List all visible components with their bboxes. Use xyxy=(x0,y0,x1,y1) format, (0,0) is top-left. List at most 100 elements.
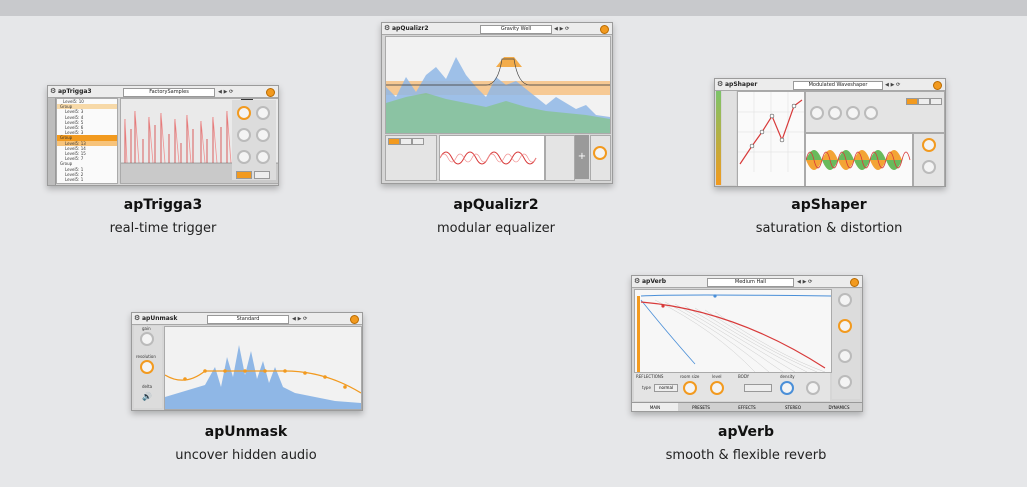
preset-selector[interactable]: Standard xyxy=(207,315,289,324)
output-panel[interactable] xyxy=(913,133,945,186)
modulation-display[interactable] xyxy=(805,133,913,186)
slot-list[interactable]: Level5: 10 Group Level5: 3 Level5: 4 Lev… xyxy=(56,98,118,184)
type-selector[interactable]: normal xyxy=(654,384,678,392)
window-name: apVerb xyxy=(642,278,666,285)
variation-button[interactable] xyxy=(744,384,772,392)
band-toggle[interactable] xyxy=(388,138,400,145)
gear-icon[interactable]: ⚙ xyxy=(634,276,640,287)
preset-nav-icons[interactable]: ◀ ▶ ⟳ xyxy=(218,87,233,98)
apverb-subtitle: smooth & flexible reverb xyxy=(665,448,827,463)
output-panel[interactable] xyxy=(590,135,611,181)
room-size-knob[interactable] xyxy=(683,381,697,395)
clock-knob[interactable] xyxy=(237,106,251,120)
power-icon[interactable] xyxy=(600,25,609,34)
side-tabs[interactable] xyxy=(48,98,56,185)
delta-label: delta xyxy=(142,384,153,389)
apqualizr2-window[interactable]: ⚙ apQualizr2 Gravity Well ◀ ▶ ⟳ + xyxy=(381,22,613,184)
left-controls[interactable] xyxy=(722,91,736,185)
apshaper-titlebar: ⚙ apShaper Modulated Waveshaper ◀ ▶ ⟳ xyxy=(715,79,945,91)
shape-curve-display[interactable] xyxy=(737,91,805,186)
verb-right-controls[interactable] xyxy=(832,289,860,399)
preset-selector[interactable]: Medium Hall xyxy=(707,278,794,287)
mode-button[interactable] xyxy=(930,98,942,105)
tab-stereo[interactable]: STEREO xyxy=(770,403,816,411)
resolution-label: resolution xyxy=(136,354,156,359)
level-knob[interactable] xyxy=(710,381,724,395)
duration-knob[interactable] xyxy=(237,128,251,142)
speaker-icon[interactable]: 🔊 xyxy=(142,392,152,401)
tab-presets[interactable]: PRESETS xyxy=(678,403,724,411)
band-tabs[interactable] xyxy=(385,135,437,181)
power-icon[interactable] xyxy=(266,88,275,97)
aptrigga3-titlebar: ⚙ apTrigga3 FactorySamples ◀ ▶ ⟳ xyxy=(48,86,278,98)
gear-icon[interactable]: ⚙ xyxy=(134,313,140,324)
velocity-knob[interactable] xyxy=(256,106,270,120)
power-icon[interactable] xyxy=(850,278,859,287)
top-bar xyxy=(0,0,1027,16)
band-controls[interactable]: + xyxy=(385,135,611,181)
reset-button[interactable] xyxy=(254,171,270,179)
wet-knob[interactable] xyxy=(256,150,270,164)
right-controls[interactable] xyxy=(232,100,276,180)
apunmask-window[interactable]: ⚙ apUnmask Standard ◀ ▶ ⟳ gain resolutio… xyxy=(131,312,363,411)
fade-knob[interactable] xyxy=(256,128,270,142)
apshaper-window[interactable]: ⚙ apShaper Modulated Waveshaper ◀ ▶ ⟳ xyxy=(714,78,946,187)
apunmask-title: apUnmask xyxy=(204,424,288,440)
preset-nav-icons[interactable]: ◀ ▶ ⟳ xyxy=(292,314,307,325)
preset-selector[interactable]: Gravity Well xyxy=(480,25,552,34)
dry-knob[interactable] xyxy=(237,150,251,164)
tab-dynamics[interactable]: DYNAMICS xyxy=(816,403,862,411)
band-toggle[interactable] xyxy=(400,138,412,145)
decay-knob[interactable] xyxy=(806,381,820,395)
apverb-window[interactable]: ⚙ apVerb Medium Hall ◀ ▶ ⟳ REFLECTIONS t… xyxy=(631,275,863,412)
resolution-knob[interactable] xyxy=(140,360,154,374)
output-knob[interactable] xyxy=(922,160,936,174)
power-icon[interactable] xyxy=(350,315,359,324)
mix-knob[interactable] xyxy=(922,138,936,152)
preset-nav-icons[interactable]: ◀ ▶ ⟳ xyxy=(885,80,900,91)
apshaper-title: apShaper xyxy=(791,197,867,213)
preset-selector[interactable]: FactorySamples xyxy=(123,88,215,97)
apqualizr2-subtitle: modular equalizer xyxy=(436,221,555,236)
unmask-display[interactable] xyxy=(164,326,362,410)
power-icon[interactable] xyxy=(933,81,942,90)
preset-nav-icons[interactable]: ◀ ▶ ⟳ xyxy=(554,24,569,35)
tab-main[interactable]: MAIN xyxy=(632,403,678,411)
gain-knob[interactable] xyxy=(140,332,154,346)
mode-button[interactable] xyxy=(918,98,930,105)
shaper-params[interactable] xyxy=(805,91,945,133)
reverb-display[interactable] xyxy=(634,289,832,373)
tab-effects[interactable]: EFFECTS xyxy=(724,403,770,411)
param-knob[interactable] xyxy=(810,106,824,120)
verb-tabs[interactable]: MAIN PRESETS EFFECTS STEREO DYNAMICS xyxy=(632,402,862,411)
preset-nav-icons[interactable]: ◀ ▶ ⟳ xyxy=(797,277,812,288)
gear-icon[interactable]: ⚙ xyxy=(384,23,390,34)
density-knob[interactable] xyxy=(780,381,794,395)
eq-display[interactable] xyxy=(385,36,611,134)
add-band-button[interactable]: + xyxy=(575,135,589,179)
unmask-controls[interactable]: gain resolution delta 🔊 xyxy=(134,326,162,408)
reflections-section-label: REFLECTIONS xyxy=(636,374,664,379)
gear-icon[interactable]: ⚙ xyxy=(717,79,723,90)
body-section-label: BODY xyxy=(738,374,750,379)
wet-knob[interactable] xyxy=(838,375,852,389)
early-late-knob[interactable] xyxy=(838,293,852,307)
param-knob[interactable] xyxy=(846,106,860,120)
verb-params[interactable]: REFLECTIONS type normal room size level … xyxy=(634,373,830,401)
predelay-knob[interactable] xyxy=(838,319,852,333)
gear-icon[interactable]: ⚙ xyxy=(50,86,56,97)
aptrigga3-window[interactable]: ⚙ apTrigga3 FactorySamples ◀ ▶ ⟳ Level5:… xyxy=(47,85,279,186)
dry-knob[interactable] xyxy=(838,349,852,363)
band-wave-display[interactable] xyxy=(439,135,545,181)
list-item[interactable]: Level5: 1 xyxy=(57,177,117,182)
band-toggle[interactable] xyxy=(412,138,424,145)
trigger-button[interactable] xyxy=(236,171,252,179)
output-knob[interactable] xyxy=(593,146,607,160)
param-knob[interactable] xyxy=(864,106,878,120)
apqualizr2-titlebar: ⚙ apQualizr2 Gravity Well ◀ ▶ ⟳ xyxy=(382,23,612,35)
mode-button[interactable] xyxy=(906,98,918,105)
apverb-title: apVerb xyxy=(718,424,774,440)
param-knob[interactable] xyxy=(828,106,842,120)
band-knobs[interactable] xyxy=(545,135,575,181)
preset-selector[interactable]: Modulated Waveshaper xyxy=(793,81,883,90)
